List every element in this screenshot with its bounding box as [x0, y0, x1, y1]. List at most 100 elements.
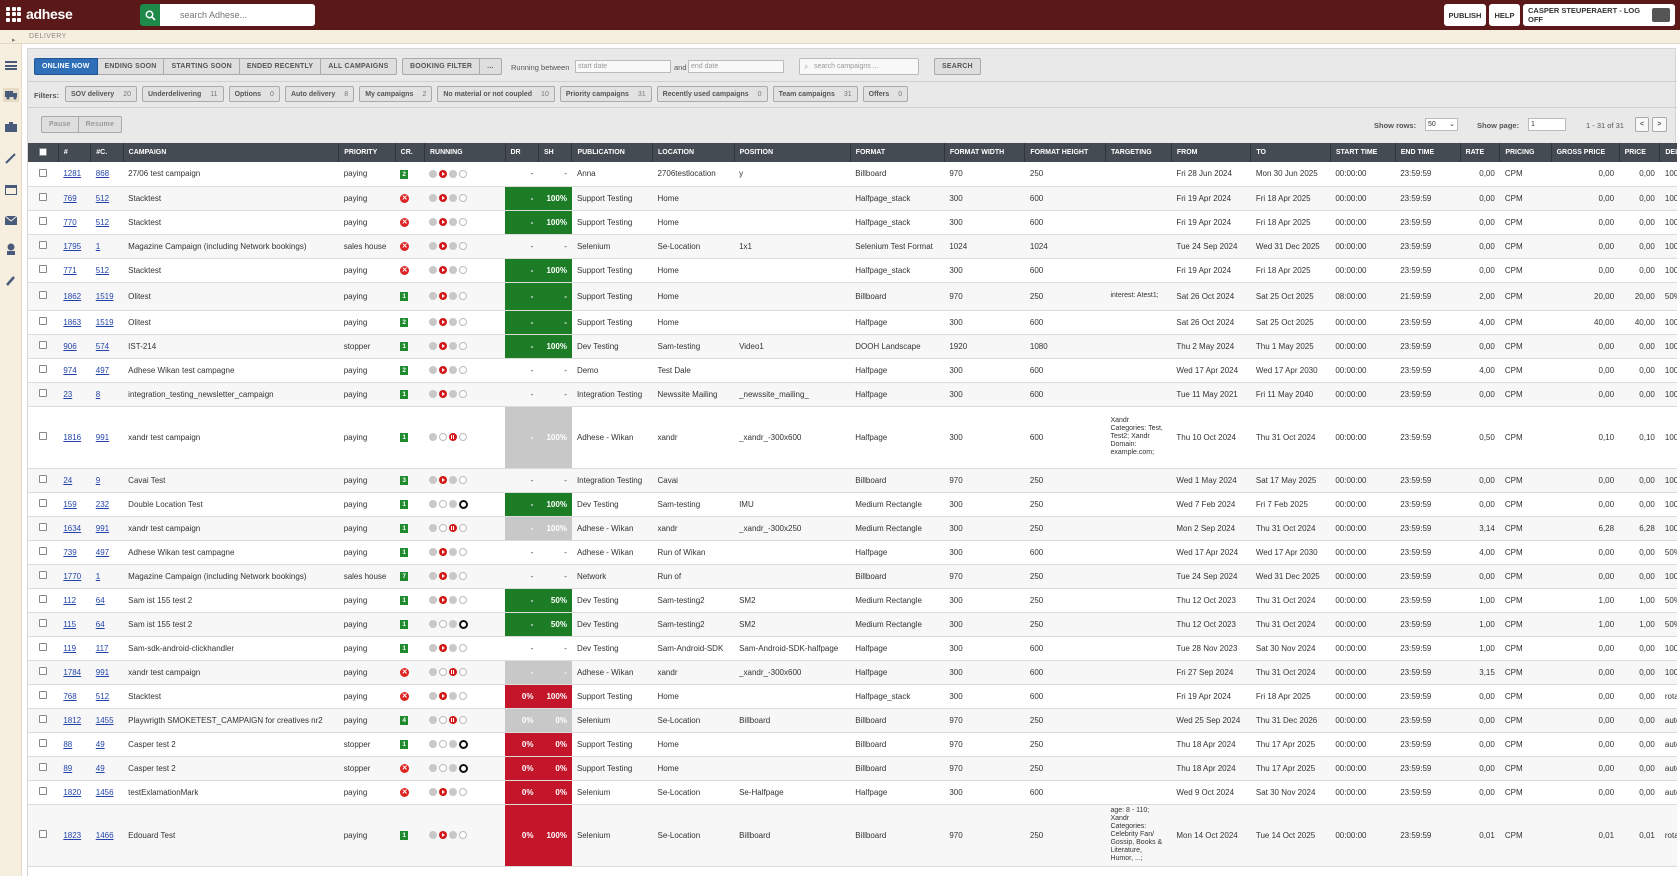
- id-cell[interactable]: 771: [58, 258, 91, 283]
- row-checkbox[interactable]: [39, 241, 48, 249]
- select-all-checkbox[interactable]: [38, 147, 47, 156]
- running-mt-icon[interactable]: [459, 318, 468, 327]
- running-mt-icon[interactable]: [459, 644, 468, 653]
- running-mt-icon[interactable]: [459, 716, 468, 725]
- campaign-id-cell[interactable]: 991: [90, 660, 124, 685]
- id-cell[interactable]: 974: [58, 358, 91, 383]
- tab-online-now[interactable]: ONLINE NOW: [34, 58, 98, 75]
- campaign-id-cell[interactable]: 64: [90, 612, 124, 637]
- running-dot-icon[interactable]: [429, 500, 438, 509]
- filter-chip[interactable]: Offers 0: [862, 86, 909, 102]
- search-button[interactable]: [140, 4, 160, 26]
- running-mt-icon[interactable]: [439, 668, 448, 677]
- sidebar-tools-icon[interactable]: [3, 151, 19, 165]
- booking-filter-more-button[interactable]: ...: [480, 58, 502, 75]
- running-pause-icon[interactable]: [449, 668, 458, 677]
- running-mt-icon[interactable]: [459, 242, 468, 251]
- running-mt-icon[interactable]: [439, 740, 448, 749]
- running-dot-icon[interactable]: [429, 433, 438, 442]
- table-row[interactable]: 1281 868 27/06 test campaign paying 2- - Anna 2…: [28, 162, 1677, 187]
- table-row[interactable]: 1634 991 xandr test campaign paying 1-100% Ad…: [28, 516, 1677, 541]
- prev-page-button[interactable]: <: [1635, 117, 1650, 132]
- campaign-id-cell[interactable]: 512: [90, 210, 124, 235]
- running-play-icon[interactable]: [439, 390, 448, 399]
- id-cell[interactable]: 24: [58, 468, 91, 493]
- campaign-id-cell[interactable]: 64: [90, 588, 124, 613]
- row-checkbox[interactable]: [39, 715, 48, 723]
- running-dot-icon[interactable]: [429, 740, 438, 749]
- user-logout[interactable]: CASPER STEUPERAERT - LOG OFF: [1523, 4, 1675, 26]
- table-row[interactable]: 1862 1519 Olitest paying 1- - Support Testing H…: [28, 282, 1677, 311]
- running-play-icon[interactable]: [439, 318, 448, 327]
- column-header[interactable]: FORMAT WIDTH: [944, 143, 1026, 162]
- row-checkbox[interactable]: [39, 168, 48, 177]
- row-checkbox[interactable]: [39, 571, 48, 579]
- campaign-id-cell[interactable]: 117: [90, 636, 124, 661]
- running-dot-icon[interactable]: [429, 572, 438, 581]
- running-play-icon[interactable]: [439, 218, 448, 227]
- help-button[interactable]: HELP: [1489, 4, 1520, 26]
- sidebar-mail-icon[interactable]: [3, 213, 19, 227]
- id-cell[interactable]: 159: [58, 492, 91, 517]
- column-header[interactable]: PRICE: [1619, 143, 1661, 162]
- id-cell[interactable]: 769: [58, 186, 91, 211]
- campaign-id-cell[interactable]: 1466: [90, 804, 124, 867]
- column-header[interactable]: PRICING: [1499, 143, 1552, 162]
- running-dot-icon[interactable]: [449, 342, 458, 351]
- row-checkbox[interactable]: [39, 643, 48, 651]
- column-header[interactable]: CR.: [395, 143, 425, 162]
- running-mt-icon[interactable]: [459, 433, 468, 442]
- running-dot-icon[interactable]: [449, 218, 458, 227]
- running-stop-icon[interactable]: [459, 763, 469, 773]
- filter-chip[interactable]: My campaigns 2: [359, 86, 433, 102]
- running-dot-icon[interactable]: [429, 366, 438, 375]
- start-date-input[interactable]: start date: [575, 60, 671, 73]
- column-header[interactable]: FROM: [1171, 143, 1252, 162]
- avatar-icon[interactable]: [1651, 8, 1670, 22]
- tab-ended-recently[interactable]: ENDED RECENTLY: [239, 58, 322, 75]
- row-checkbox[interactable]: [39, 739, 48, 747]
- campaign-id-cell[interactable]: 49: [90, 756, 124, 781]
- running-dot-icon[interactable]: [429, 788, 438, 797]
- table-row[interactable]: 768 512 Stacktest paying ✕ 0% 100% Support Test…: [28, 684, 1677, 709]
- running-play-icon[interactable]: [439, 831, 448, 840]
- table-row[interactable]: 974 497 Adhese Wikan test campagne paying 2 -…: [28, 358, 1677, 383]
- sidebar-user-icon[interactable]: [3, 242, 19, 256]
- id-cell[interactable]: 1634: [58, 516, 91, 541]
- campaign-id-cell[interactable]: 991: [90, 406, 124, 469]
- filter-chip[interactable]: No material or not coupled 10: [437, 86, 555, 102]
- campaign-id-cell[interactable]: 1519: [90, 310, 124, 335]
- running-play-icon[interactable]: [439, 170, 448, 179]
- filter-chip[interactable]: Priority campaigns 31: [559, 86, 652, 102]
- page-input[interactable]: 1: [1528, 118, 1566, 131]
- table-row[interactable]: 1816 991 xandr test campaign paying 1-100% Ad…: [28, 406, 1677, 469]
- running-mt-icon[interactable]: [459, 788, 468, 797]
- running-dot-icon[interactable]: [449, 366, 458, 375]
- row-checkbox[interactable]: [39, 341, 48, 349]
- row-checkbox[interactable]: [39, 547, 48, 555]
- running-dot-icon[interactable]: [449, 194, 458, 203]
- table-row[interactable]: 769 512 Stacktest paying ✕ -100% Support Testi…: [28, 186, 1677, 211]
- running-mt-icon[interactable]: [459, 292, 468, 301]
- row-checkbox[interactable]: [39, 595, 48, 603]
- id-cell[interactable]: 112: [58, 588, 91, 613]
- running-play-icon[interactable]: [439, 692, 448, 701]
- column-header[interactable]: #C.: [90, 143, 124, 162]
- table-row[interactable]: 1863 1519 Olitest paying 2- - Support Testing H…: [28, 310, 1677, 335]
- column-header[interactable]: FORMAT HEIGHT: [1024, 143, 1106, 162]
- filter-chip[interactable]: Team campaigns 31: [772, 86, 858, 102]
- running-dot-icon[interactable]: [449, 242, 458, 251]
- table-row[interactable]: 1812 1455 Playwrigth SMOKETEST_CAMPAIGN fo…: [28, 708, 1677, 733]
- running-dot-icon[interactable]: [449, 266, 458, 275]
- search-button[interactable]: SEARCH: [934, 58, 981, 75]
- column-header[interactable]: LOCATION: [652, 143, 735, 162]
- row-checkbox[interactable]: [39, 291, 48, 299]
- running-dot-icon[interactable]: [449, 620, 458, 629]
- running-mt-icon[interactable]: [459, 572, 468, 581]
- running-dot-icon[interactable]: [449, 390, 458, 399]
- column-header[interactable]: TO: [1250, 143, 1331, 162]
- row-checkbox[interactable]: [39, 523, 48, 531]
- running-dot-icon[interactable]: [429, 266, 438, 275]
- campaign-id-cell[interactable]: 8: [90, 382, 124, 407]
- column-header[interactable]: POSITION: [734, 143, 851, 162]
